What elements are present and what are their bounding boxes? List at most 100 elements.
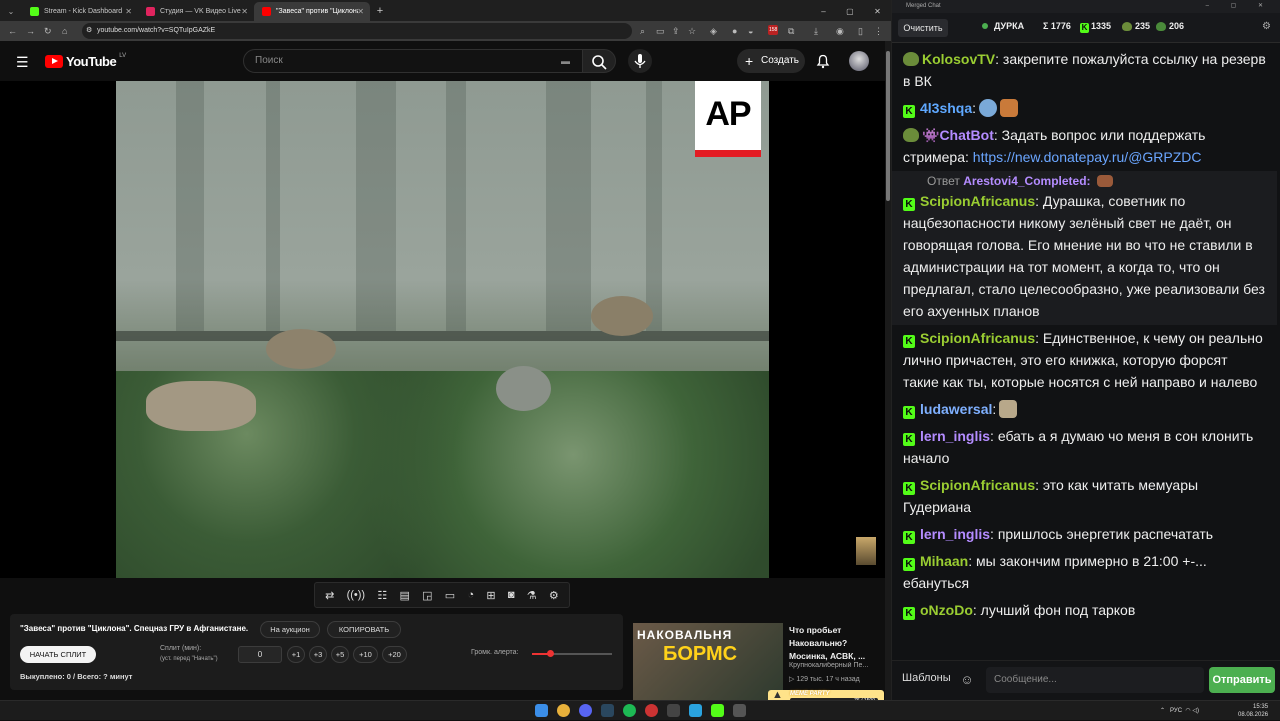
language-indicator[interactable]: РУС [1170, 708, 1182, 714]
search-button[interactable] [582, 49, 616, 73]
tab-youtube-video[interactable]: "Завеса" против "Циклона" ✕ [254, 2, 370, 21]
telegram-icon[interactable] [689, 704, 702, 717]
site-info-icon[interactable]: ⚙ [86, 23, 92, 39]
extension-badge[interactable]: 158 [768, 25, 779, 35]
new-tab-button[interactable]: + [370, 2, 390, 21]
auction-button[interactable]: На аукцион [260, 621, 320, 638]
speed-gauge-icon[interactable]: ◔ [467, 589, 474, 601]
chat-username[interactable]: ScipionAfricanus [920, 193, 1035, 209]
extensions-icon[interactable]: ⧉ [788, 21, 794, 41]
chat-username[interactable]: ScipionAfricanus [920, 477, 1035, 493]
app-icon[interactable] [733, 704, 746, 717]
emoji-picker-icon[interactable]: ☺ [956, 669, 978, 691]
subtitles-icon[interactable]: ▭ [445, 589, 455, 602]
close-icon[interactable]: ✕ [357, 7, 364, 16]
extension-icon[interactable]: ◈ [710, 21, 717, 41]
increment-3-button[interactable]: +3 [309, 646, 327, 663]
recommendation-channel[interactable]: Крупнокалиберный Пе... [789, 662, 881, 669]
share-icon[interactable]: ⇪ [672, 21, 680, 41]
reload-icon[interactable]: ↻ [44, 21, 52, 41]
picture-in-picture-icon[interactable]: ◲ [422, 589, 432, 602]
loop-icon[interactable]: ⇄ [325, 589, 334, 602]
chat-username[interactable]: 4l3shqa [920, 100, 972, 116]
templates-button[interactable]: Шаблоны [902, 672, 951, 684]
increment-20-button[interactable]: +20 [382, 646, 407, 663]
close-icon[interactable]: ✕ [241, 7, 248, 16]
zoom-icon[interactable]: ⌕ [640, 21, 645, 41]
extension-icon[interactable]: ◒ [748, 21, 753, 41]
tray-chevron-icon[interactable]: ⌃ [1160, 708, 1165, 714]
close-icon[interactable]: ✕ [125, 7, 132, 16]
wifi-icon[interactable]: ◠ [1185, 708, 1190, 714]
tab-search-icon[interactable]: ⌄ [0, 2, 22, 21]
add-icon[interactable]: ⊞ [486, 589, 495, 602]
chat-username[interactable]: ludawersal [920, 401, 992, 417]
tab-vk-studio[interactable]: Студия — VK Видео Live ✕ [138, 2, 254, 21]
alert-volume-knob[interactable] [546, 650, 554, 657]
home-icon[interactable]: ⌂ [62, 21, 67, 41]
window-controls[interactable]: – ▢ ✕ [1206, 0, 1273, 13]
settings-gear-icon[interactable]: ⚙ [1262, 21, 1271, 32]
alert-volume-slider[interactable] [532, 650, 612, 657]
message-input[interactable]: Сообщение... [986, 667, 1204, 693]
flask-icon[interactable]: ⚗ [527, 589, 537, 602]
increment-1-button[interactable]: +1 [287, 646, 305, 663]
discord-icon[interactable] [579, 704, 592, 717]
chat-username[interactable]: lern_inglis [920, 526, 990, 542]
increment-10-button[interactable]: +10 [353, 646, 378, 663]
create-button[interactable]: + Создать [737, 49, 805, 73]
donate-link[interactable]: https://new.donatepay.ru/@GRPZDC [973, 149, 1202, 165]
mini-thumbnail[interactable] [856, 537, 876, 565]
search-input[interactable]: Поиск ▬ [243, 49, 583, 73]
reply-username[interactable]: Arestovi4_Completed: [963, 174, 1090, 188]
close-window-icon[interactable]: ✕ [874, 2, 881, 21]
tab-kick-dashboard[interactable]: Stream - Kick Dashboard ✕ [22, 2, 138, 21]
extension-icon[interactable]: ● [732, 21, 737, 41]
youtube-logo[interactable]: YouTube LV [45, 53, 126, 69]
url-field[interactable]: ⚙ youtube.com/watch?v=SQTuIpGAZkE [82, 23, 632, 39]
bookmark-star-icon[interactable]: ☆ [688, 21, 696, 41]
copy-button[interactable]: КОПИРОВАТЬ [327, 621, 401, 638]
avatar[interactable] [849, 51, 869, 71]
keyboard-icon[interactable]: ▬ [561, 50, 570, 72]
menu-icon[interactable]: ⋮ [874, 21, 883, 41]
obs-icon[interactable] [645, 704, 658, 717]
back-icon[interactable]: ← [8, 21, 17, 41]
profile-icon[interactable]: ◉ [836, 21, 844, 41]
chat-username[interactable]: Mihaan [920, 553, 968, 569]
chrome-icon[interactable] [557, 704, 570, 717]
hamburger-menu-icon[interactable]: ☰ [16, 54, 29, 71]
chat-username[interactable]: oNzoDo [920, 602, 973, 618]
cast-icon[interactable]: ▭ [656, 21, 665, 41]
split-minutes-input[interactable]: 0 [238, 646, 282, 663]
video-player[interactable]: AP [0, 81, 885, 578]
recommendation-thumbnail[interactable]: НАКОВАЛЬНЯ БОРМС [633, 623, 783, 700]
clock[interactable]: 15:35 08.08.2026 [1238, 703, 1268, 719]
start-split-button[interactable]: НАЧАТЬ СПЛИТ [20, 646, 96, 663]
playlist-icon[interactable]: ☷ [377, 589, 387, 602]
app-icon[interactable] [667, 704, 680, 717]
download-icon[interactable]: ⤓ [814, 21, 818, 41]
maximize-icon[interactable]: ▢ [846, 2, 854, 21]
minimize-icon[interactable]: – [821, 2, 825, 21]
voice-search-button[interactable] [628, 49, 652, 73]
chat-username[interactable]: KolosovTV [922, 51, 995, 67]
sidebar-icon[interactable]: ▯ [858, 21, 863, 41]
gear-icon[interactable]: ⚙ [549, 589, 559, 602]
chat-username[interactable]: ScipionAfricanus [920, 330, 1035, 346]
steam-icon[interactable] [601, 704, 614, 717]
camera-icon[interactable]: ◙ [508, 589, 515, 601]
volume-icon[interactable]: ◁) [1192, 708, 1199, 714]
send-button[interactable]: Отправить [1209, 667, 1275, 693]
forward-icon[interactable]: → [26, 21, 35, 41]
spotify-icon[interactable] [623, 704, 636, 717]
audio-icon[interactable]: ((•)) [347, 589, 366, 601]
chat-username[interactable]: lern_inglis [920, 428, 990, 444]
notifications-button[interactable] [815, 53, 831, 74]
clear-chat-button[interactable]: Очистить [898, 19, 948, 37]
start-menu-icon[interactable] [535, 704, 548, 717]
chat-username[interactable]: ChatBot [939, 127, 993, 143]
increment-5-button[interactable]: +5 [331, 646, 349, 663]
recommendation-title[interactable]: Что пробьет Наковальню? Мосинка, АСВК, .… [789, 624, 881, 663]
clapper-icon[interactable]: ▤ [399, 589, 409, 602]
